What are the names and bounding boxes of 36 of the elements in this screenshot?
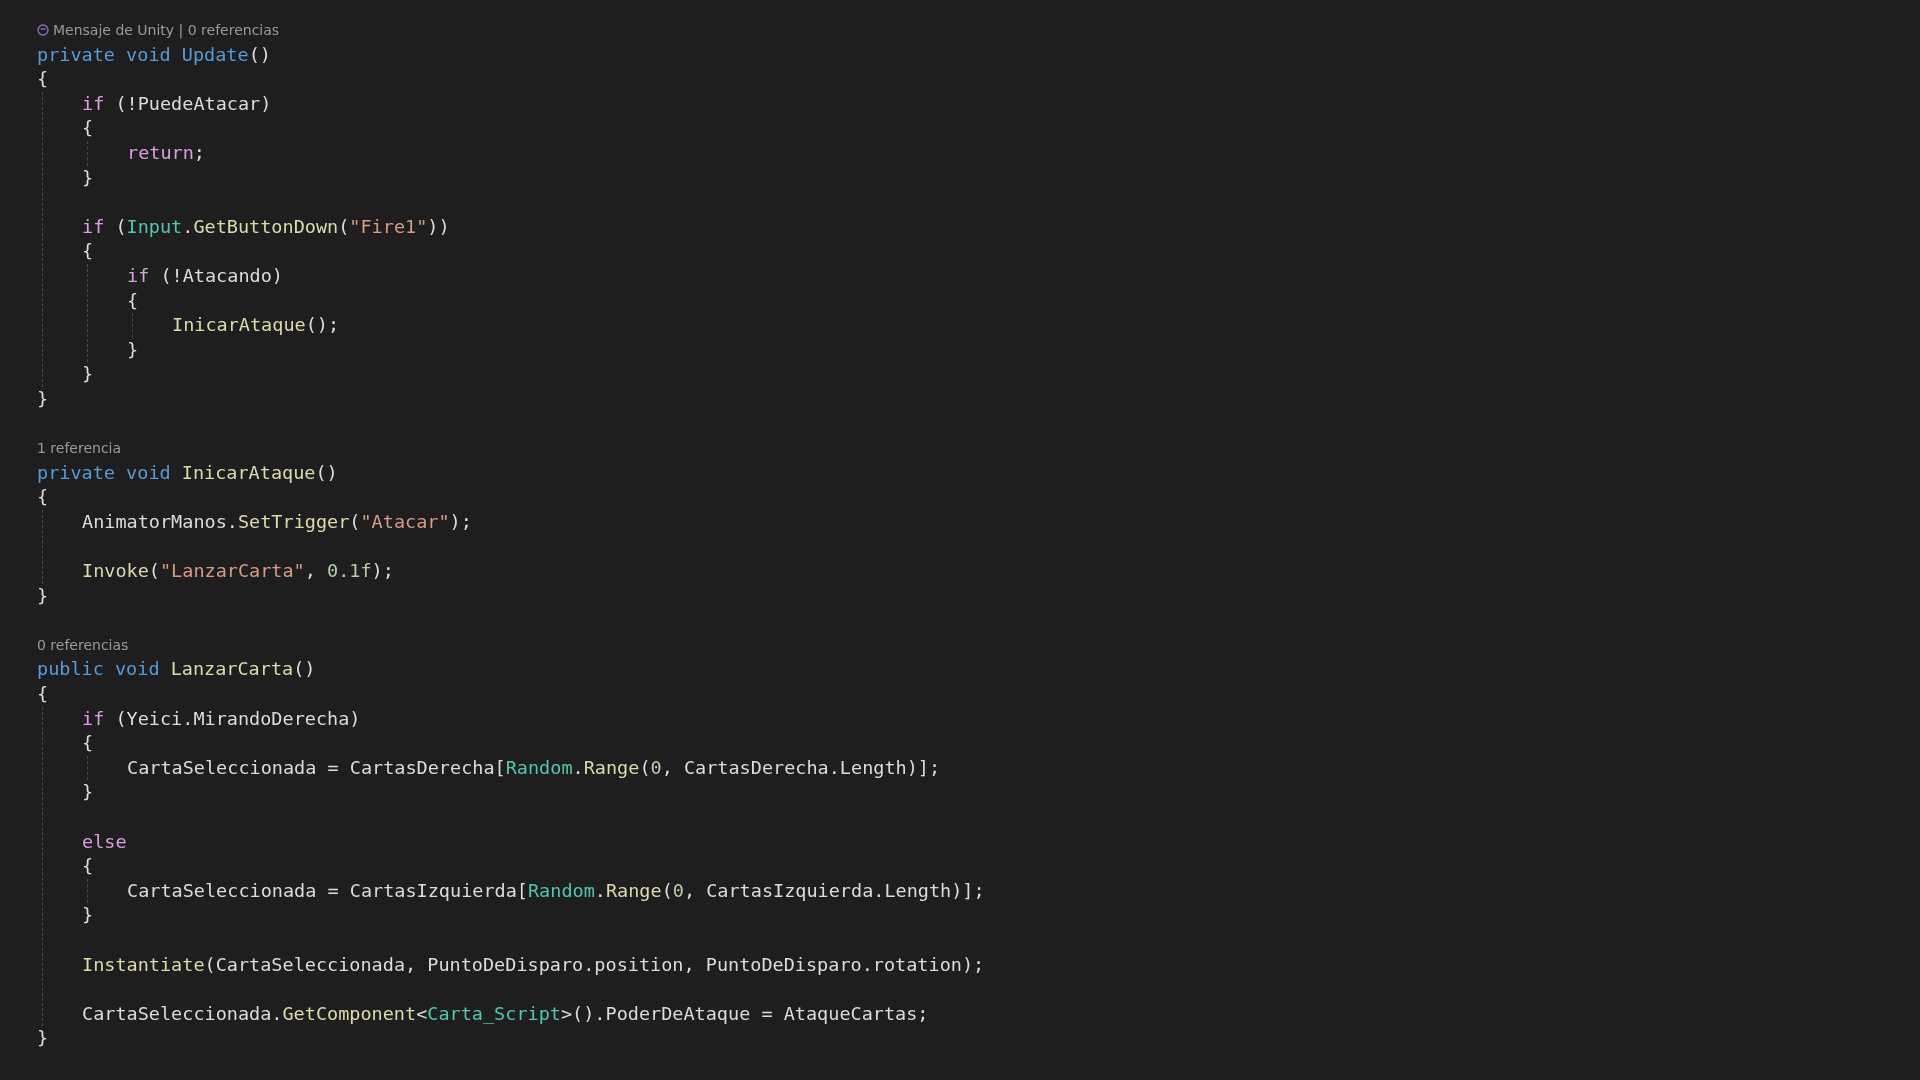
code-line: { bbox=[37, 485, 49, 510]
code-line: { bbox=[82, 731, 94, 756]
code-line: private void Update() bbox=[37, 42, 271, 67]
code-line: } bbox=[37, 386, 49, 411]
circle-icon bbox=[37, 24, 49, 37]
code-line: CartaSeleccionada = CartasDerecha[Random.Range(0, CartasDerecha.Length)]; bbox=[127, 755, 941, 780]
code-line: else bbox=[82, 829, 127, 854]
code-line: { bbox=[37, 67, 49, 92]
code-line: if (Input.GetButtonDown("Fire1")) bbox=[82, 214, 450, 239]
code-line: private void InicarAtaque() bbox=[37, 460, 338, 485]
codelens-text[interactable]: 0 referencias bbox=[37, 634, 129, 656]
code-line: { bbox=[37, 682, 49, 707]
code-line: } bbox=[37, 1026, 49, 1051]
code-line: } bbox=[82, 165, 94, 190]
code-line: InicarAtaque(); bbox=[172, 313, 340, 338]
code-line: } bbox=[127, 337, 139, 362]
code-line: { bbox=[82, 116, 94, 141]
code-line: Instantiate(CartaSeleccionada, PuntoDeDisparo.position, PuntoDeDisparo.rotation); bbox=[82, 952, 985, 977]
code-line: } bbox=[82, 362, 94, 387]
code-line: { bbox=[82, 239, 94, 264]
code-line: if (!Atacando) bbox=[127, 263, 283, 288]
code-line: return; bbox=[127, 140, 205, 165]
code-line: AnimatorManos.SetTrigger("Atacar"); bbox=[82, 509, 472, 534]
code-line: { bbox=[82, 854, 94, 879]
code-line: } bbox=[37, 583, 49, 608]
code-line: { bbox=[127, 288, 139, 313]
code-line: CartaSeleccionada = CartasIzquierda[Random.Range(0, CartasIzquierda.Length)]; bbox=[127, 878, 985, 903]
code-line: if (!PuedeAtacar) bbox=[82, 91, 272, 116]
codelens-text[interactable]: 1 referencia bbox=[37, 437, 122, 459]
code-line: public void LanzarCarta() bbox=[37, 657, 316, 682]
code-line: } bbox=[82, 780, 94, 805]
code-line: } bbox=[82, 903, 94, 928]
code-line: Invoke("LanzarCarta", 0.1f); bbox=[82, 559, 394, 584]
code-line: if (Yeici.MirandoDerecha) bbox=[82, 706, 361, 731]
codelens-text[interactable]: Mensaje de Unity | 0 referencias bbox=[53, 19, 280, 41]
code-line: CartaSeleccionada.GetComponent<Carta_Script>().PoderDeAtaque = AtaqueCartas; bbox=[82, 1001, 929, 1026]
